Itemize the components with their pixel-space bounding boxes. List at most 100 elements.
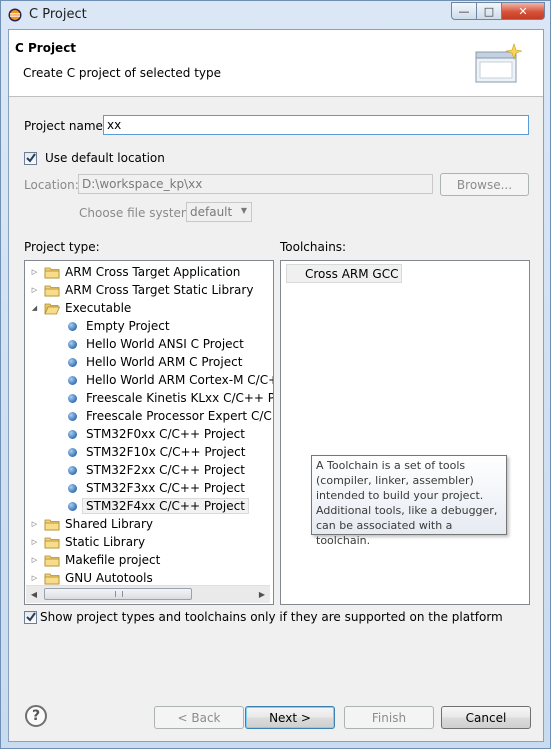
project-type-icon — [68, 339, 77, 349]
new-project-wizard-icon — [475, 43, 523, 83]
project-type-tree[interactable]: ▷ ARM Cross Target Application ▷ ARM Cross … — [24, 260, 274, 605]
location-input[interactable]: D:\workspace_kp\xx — [78, 174, 433, 194]
use-default-location-label: Use default location — [45, 151, 165, 165]
tree-folder-row[interactable]: ▷ ARM Cross Target Static Library — [30, 281, 254, 299]
tree-item-label: Hello World ARM Cortex-M C/C++ — [86, 373, 274, 387]
finish-button[interactable]: Finish — [344, 706, 434, 729]
scroll-left-icon[interactable]: ◀ — [26, 586, 42, 603]
tree-item-row[interactable]: Freescale Kinetis KLxx C/C++ Proje — [68, 389, 273, 407]
tree-item-row[interactable]: STM32F0xx C/C++ Project — [68, 425, 245, 443]
tree-item-label: Hello World ARM C Project — [86, 355, 243, 369]
collapsed-arrow-icon[interactable]: ▷ — [30, 556, 39, 565]
tree-item-label: Freescale Processor Expert C/C++ P — [86, 409, 273, 423]
check-icon — [26, 612, 36, 622]
tree-item-label: STM32F3xx C/C++ Project — [86, 481, 245, 495]
file-system-value: default — [190, 205, 233, 219]
use-default-location-checkbox[interactable] — [24, 152, 37, 165]
maximize-button[interactable]: □ — [477, 2, 502, 20]
folder-icon — [44, 573, 60, 584]
c-project-window: C Project — □ ✕ C Project Create C proje… — [0, 0, 551, 749]
toolchain-item[interactable]: Cross ARM GCC — [286, 264, 403, 283]
dialog-client-area: C Project Create C project of selected t… — [8, 29, 544, 742]
scroll-thumb[interactable] — [44, 588, 192, 600]
window-title: C Project — [29, 7, 87, 22]
tree-item-label: STM32F0xx C/C++ Project — [86, 427, 245, 441]
tree-item-label: Executable — [65, 301, 132, 315]
project-type-icon — [68, 483, 77, 493]
wizard-header: C Project Create C project of selected t… — [9, 30, 543, 97]
location-label: Location: — [24, 178, 79, 192]
project-type-icon — [68, 321, 77, 331]
project-type-icon — [68, 357, 77, 367]
tree-folder-row[interactable]: ▷ Shared Library — [30, 515, 153, 533]
tree-item-label: ARM Cross Target Static Library — [65, 283, 254, 297]
minimize-icon: — — [458, 4, 470, 18]
chevron-down-icon: ▼ — [240, 206, 247, 215]
tree-item-row[interactable]: STM32F10x C/C++ Project — [68, 443, 245, 461]
horizontal-scrollbar[interactable]: ◀ ▶ — [26, 585, 270, 603]
page-title: C Project — [15, 41, 77, 55]
folder-icon — [44, 285, 60, 296]
toolchain-tooltip: A Toolchain is a set of tools (compiler,… — [311, 455, 507, 547]
tree-item-label: Shared Library — [65, 517, 154, 531]
toolchain-item-label: Cross ARM GCC — [305, 266, 399, 281]
tree-item-label: Static Library — [65, 535, 146, 549]
project-type-label: Project type: — [24, 240, 100, 254]
project-type-icon — [68, 429, 77, 439]
tree-item-label: STM32F4xx C/C++ Project — [82, 498, 249, 514]
tree-item-label: Hello World ANSI C Project — [86, 337, 244, 351]
show-supported-checkbox[interactable] — [24, 611, 37, 624]
tree-folder-row[interactable]: ▷ ARM Cross Target Application — [30, 263, 241, 281]
expanded-arrow-icon[interactable]: ◢ — [30, 304, 39, 313]
project-type-icon — [68, 411, 77, 421]
tree-item-row[interactable]: Empty Project — [68, 317, 170, 335]
tree-item-row[interactable]: STM32F2xx C/C++ Project — [68, 461, 245, 479]
tree-item-label: ARM Cross Target Application — [65, 265, 241, 279]
eclipse-icon — [8, 8, 22, 22]
browse-button[interactable]: Browse... — [440, 173, 529, 196]
tree-item-row[interactable]: Hello World ARM Cortex-M C/C++ — [68, 371, 274, 389]
folder-icon — [44, 555, 60, 566]
next-button[interactable]: Next > — [245, 706, 335, 729]
tree-item-label: STM32F10x C/C++ Project — [86, 445, 246, 459]
tree-folder-row[interactable]: ▷ Makefile project — [30, 551, 161, 569]
tree-item-label: Freescale Kinetis KLxx C/C++ Proje — [86, 391, 273, 405]
tree-item-row[interactable]: Hello World ARM C Project — [68, 353, 242, 371]
collapsed-arrow-icon[interactable]: ▷ — [30, 538, 39, 547]
scroll-right-icon[interactable]: ▶ — [254, 586, 270, 603]
project-type-icon — [68, 375, 77, 385]
tree-item-row[interactable]: Freescale Processor Expert C/C++ P — [68, 407, 273, 425]
folder-icon — [44, 267, 60, 278]
file-system-select[interactable]: default ▼ — [186, 202, 252, 222]
maximize-icon: □ — [483, 4, 495, 18]
tree-item-row[interactable]: STM32F3xx C/C++ Project — [68, 479, 245, 497]
tree-folder-row[interactable]: ◢ Executable — [30, 299, 132, 317]
help-icon[interactable]: ? — [25, 705, 47, 727]
project-name-label: Project name: — [24, 119, 107, 133]
collapsed-arrow-icon[interactable]: ▷ — [30, 268, 39, 277]
collapsed-arrow-icon[interactable]: ▷ — [30, 286, 39, 295]
close-button[interactable]: ✕ — [502, 2, 545, 20]
tree-item-row[interactable]: Hello World ANSI C Project — [68, 335, 244, 353]
page-description: Create C project of selected type — [23, 66, 221, 80]
project-type-icon — [68, 501, 77, 511]
title-bar[interactable]: C Project — □ ✕ — [1, 1, 550, 29]
project-type-icon — [68, 465, 77, 475]
collapsed-arrow-icon[interactable]: ▷ — [30, 574, 39, 583]
minimize-button[interactable]: — — [451, 2, 477, 20]
back-button[interactable]: < Back — [154, 706, 244, 729]
cancel-button[interactable]: Cancel — [441, 706, 531, 729]
tree-item-label: Empty Project — [86, 319, 170, 333]
grip-icon — [115, 591, 123, 597]
project-type-icon — [68, 447, 77, 457]
open-folder-icon — [44, 303, 60, 314]
tree-item-label: Makefile project — [65, 553, 161, 567]
collapsed-arrow-icon[interactable]: ▷ — [30, 520, 39, 529]
toolchains-label: Toolchains: — [280, 240, 347, 254]
tree-item-label: GNU Autotools — [65, 571, 153, 585]
toolchains-list[interactable]: Cross ARM GCC — [280, 260, 530, 605]
folder-icon — [44, 537, 60, 548]
tree-folder-row[interactable]: ▷ Static Library — [30, 533, 145, 551]
project-name-input[interactable]: xx — [103, 115, 529, 135]
tree-item-row[interactable]: STM32F4xx C/C++ Project — [68, 497, 249, 515]
